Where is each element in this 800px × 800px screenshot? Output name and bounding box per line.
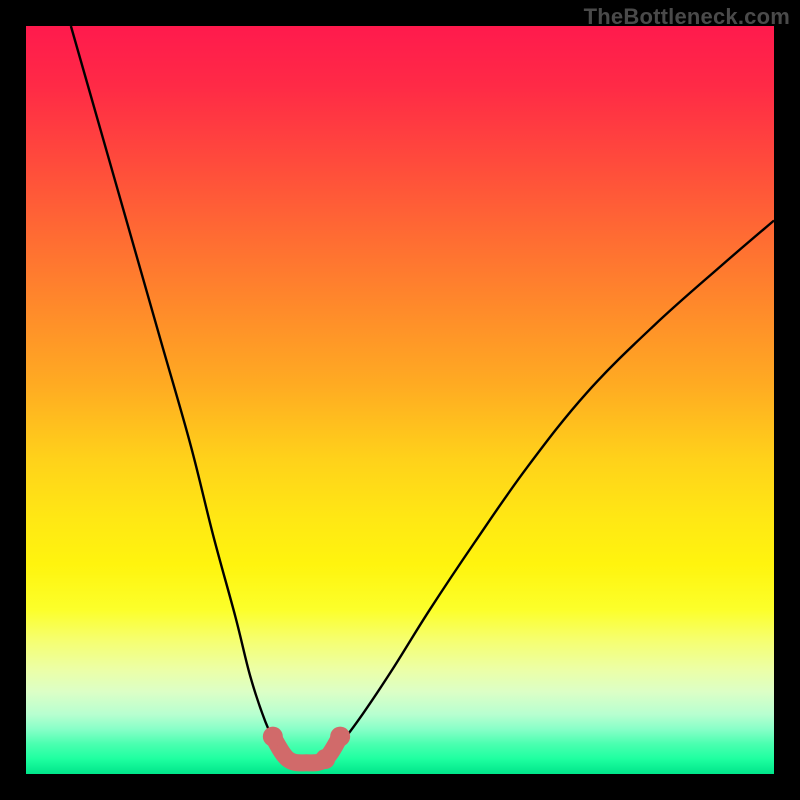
- valley-marker-dot: [330, 727, 350, 747]
- chart-frame: TheBottleneck.com: [0, 0, 800, 800]
- curve-layer: [26, 26, 774, 774]
- valley-marker-dot: [315, 749, 335, 769]
- watermark-text: TheBottleneck.com: [584, 4, 790, 30]
- left-branch-curve: [71, 26, 288, 759]
- plot-area: [26, 26, 774, 774]
- valley-marker-dot: [263, 727, 283, 747]
- right-branch-curve: [325, 220, 774, 759]
